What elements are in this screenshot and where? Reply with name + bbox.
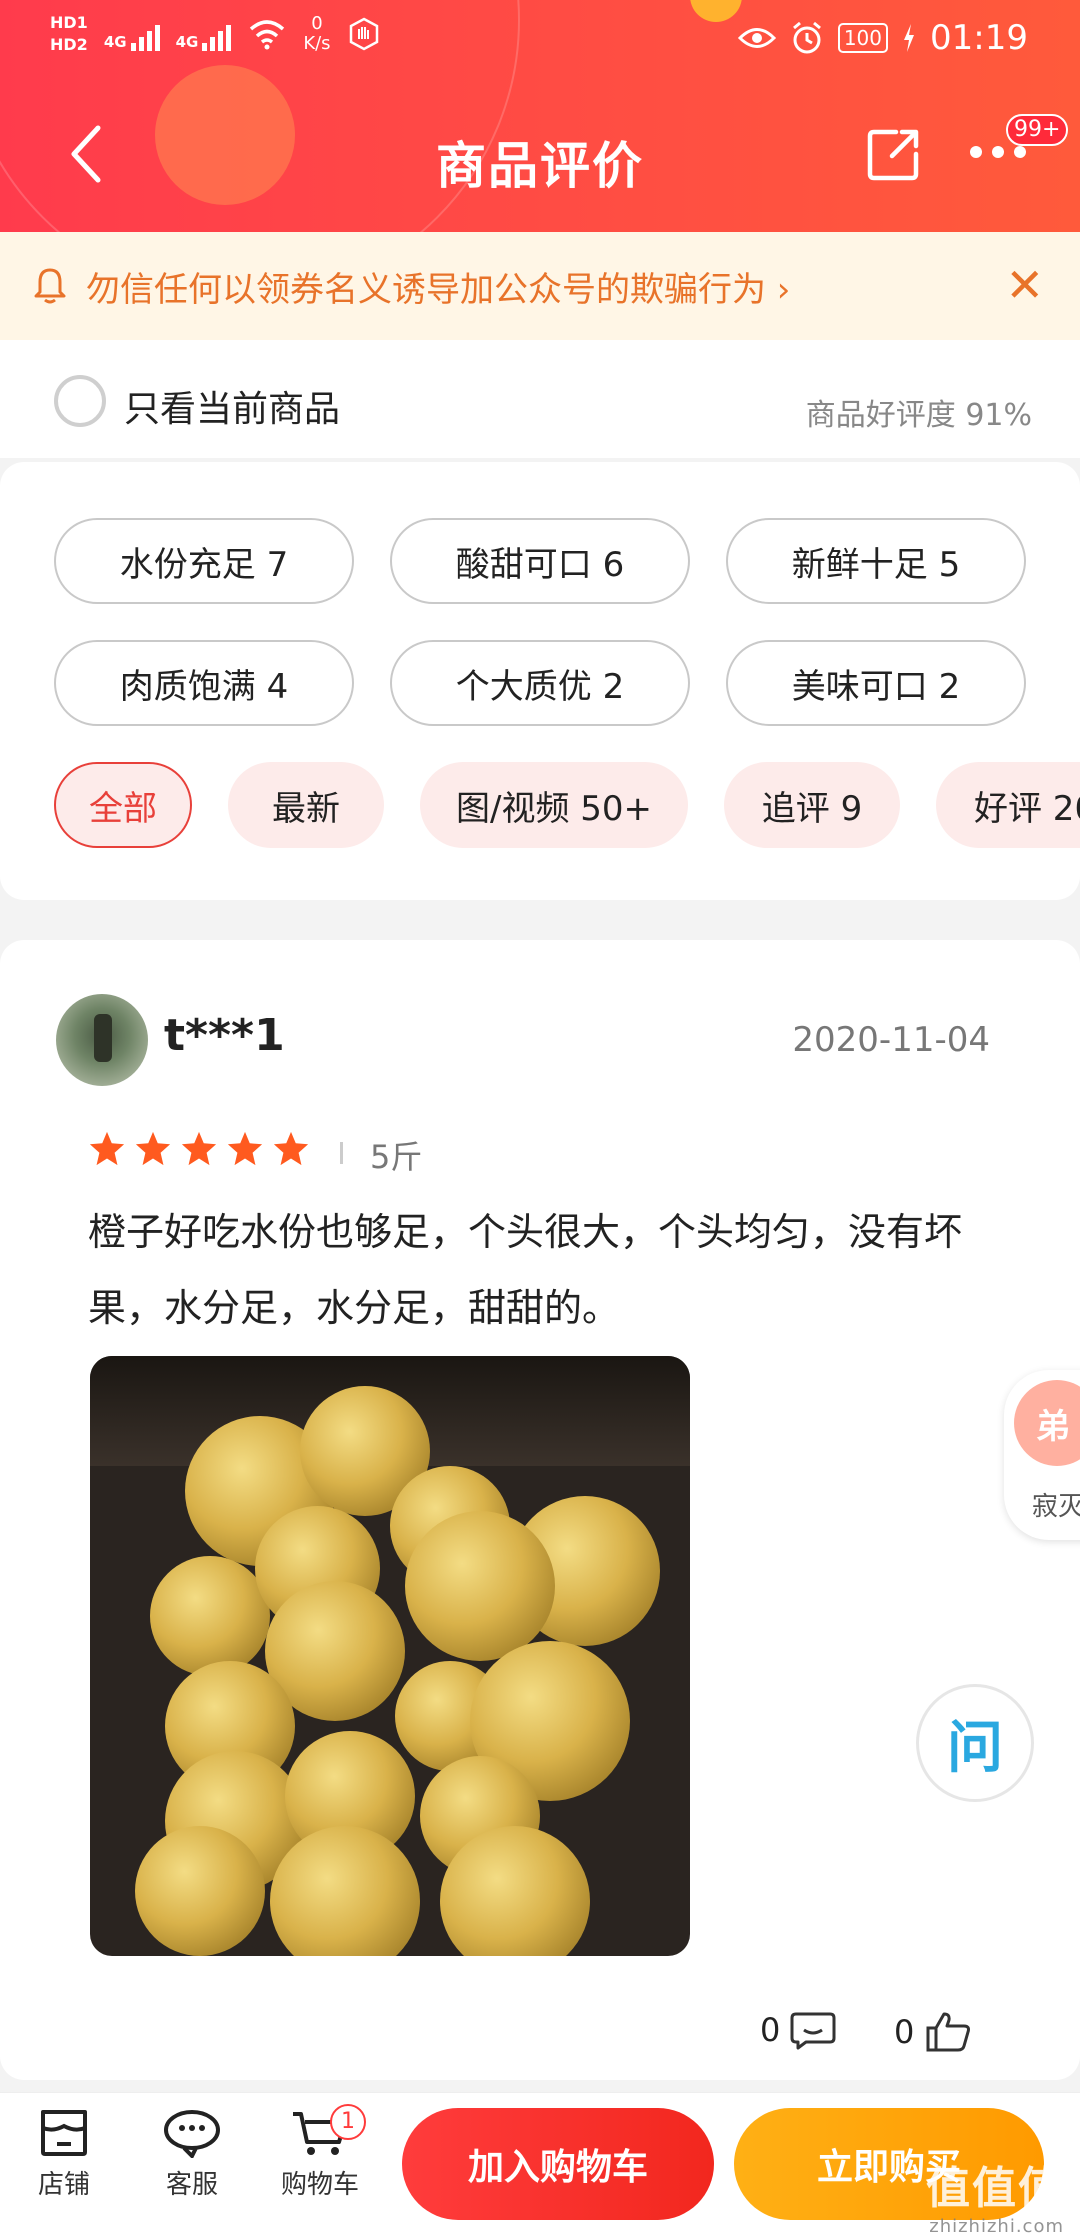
cart-count-badge: 1 xyxy=(330,2104,366,2140)
review-date: 2020-11-04 xyxy=(792,1020,990,1060)
network-type-2: 4G xyxy=(175,33,199,51)
tag-chip[interactable]: 肉质饱满 4 xyxy=(54,640,354,726)
tag-chip[interactable]: 水份充足 7 xyxy=(54,518,354,604)
tag-chip[interactable]: 个大质优 2 xyxy=(390,640,690,726)
wifi-icon xyxy=(250,20,285,50)
fraud-notice-banner[interactable]: 勿信任何以领券名义诱导加公众号的欺骗行为 › ✕ xyxy=(0,232,1080,340)
star-icon xyxy=(135,1131,171,1166)
review-username: t***1 xyxy=(164,1010,285,1061)
network-speed-unit: K/s xyxy=(303,33,331,54)
review-content: 橙子好吃水份也够足，个头很大，个头均匀，没有坏果，水分足，水分足，甜甜的。 xyxy=(88,1210,963,1330)
only-current-radio[interactable] xyxy=(54,375,106,427)
avatar[interactable] xyxy=(56,994,148,1086)
network-speed: 0 K/s xyxy=(303,14,330,54)
star-rating xyxy=(88,1130,310,1168)
signal-bars-icon xyxy=(130,17,160,51)
signal-bars-icon xyxy=(202,17,232,51)
hd-indicator: HD1 HD2 xyxy=(50,14,88,54)
star-icon xyxy=(181,1131,217,1166)
star-icon xyxy=(89,1131,125,1166)
filter-media[interactable]: 图/视频 50+ xyxy=(420,762,688,848)
thumbs-up-icon xyxy=(926,2012,971,2052)
hand-shield-icon xyxy=(349,17,378,51)
customer-service-icon xyxy=(164,2110,220,2158)
floating-tab[interactable]: 弟 寂灭 xyxy=(1004,1370,1080,1540)
comment-count: 0 xyxy=(760,2011,781,2049)
status-right: 100 01:19 xyxy=(737,18,1028,58)
service-label: 客服 xyxy=(165,2170,218,2200)
charging-icon xyxy=(904,24,915,52)
filter-positive[interactable]: 好评 20 xyxy=(936,762,1080,848)
add-to-cart-button[interactable]: 加入购物车 xyxy=(402,2108,714,2220)
status-bar: HD1 HD2 4G 4G 0 K/s 100 01:19 xyxy=(0,0,1080,84)
clock-time: 01:19 xyxy=(930,18,1028,58)
share-icon[interactable] xyxy=(866,126,922,182)
alarm-icon xyxy=(792,21,821,54)
filter-followup[interactable]: 追评 9 xyxy=(724,762,900,848)
review-tags-card: 水份充足 7 酸甜可口 6 新鲜十足 5 肉质饱满 4 个大质优 2 美味可口 … xyxy=(0,462,1080,900)
floating-tab-icon: 弟 xyxy=(1014,1380,1080,1466)
close-icon[interactable]: ✕ xyxy=(1005,262,1044,308)
product-spec: 5斤 xyxy=(370,1138,423,1176)
status-left: HD1 HD2 4G 4G 0 K/s xyxy=(50,14,381,54)
review-photo[interactable] xyxy=(90,1356,690,1956)
site-watermark: 值值值 zhizhizhi.com xyxy=(926,2152,1064,2237)
shop-button[interactable]: 店铺 xyxy=(14,2108,114,2201)
cart-label: 购物车 xyxy=(280,2170,359,2200)
hd2-label: HD2 xyxy=(50,35,88,54)
battery-indicator: 100 xyxy=(837,23,889,53)
signal-1: 4G xyxy=(104,17,160,51)
watermark-logo: 值值值 xyxy=(926,2163,1064,2214)
watermark-site: zhizhizhi.com xyxy=(929,2216,1064,2237)
comment-action[interactable]: 0 xyxy=(760,2010,836,2050)
notice-text: 勿信任何以领券名义诱导加公众号的欺骗行为 › xyxy=(86,269,791,310)
shop-icon xyxy=(41,2110,87,2156)
divider xyxy=(340,1142,343,1164)
tag-chip[interactable]: 新鲜十足 5 xyxy=(726,518,1026,604)
service-button[interactable]: 客服 xyxy=(142,2108,242,2201)
like-count: 0 xyxy=(894,2013,915,2051)
only-current-label[interactable]: 只看当前商品 xyxy=(124,380,340,432)
positive-rating: 商品好评度 91% xyxy=(805,398,1032,433)
comment-icon xyxy=(790,2012,836,2050)
signal-2: 4G xyxy=(176,17,232,51)
network-speed-value: 0 xyxy=(311,13,323,34)
hd1-label: HD1 xyxy=(50,13,88,32)
shop-label: 店铺 xyxy=(37,2170,90,2200)
like-action[interactable]: 0 xyxy=(894,2010,972,2054)
floating-tab-label: 寂灭 xyxy=(1032,1492,1080,1522)
ask-question-button[interactable]: 问 xyxy=(916,1684,1034,1802)
tag-chip[interactable]: 美味可口 2 xyxy=(726,640,1026,726)
network-type-1: 4G xyxy=(103,33,127,51)
bell-icon xyxy=(34,268,66,304)
filter-latest[interactable]: 最新 xyxy=(228,762,384,848)
header: HD1 HD2 4G 4G 0 K/s 100 01:19 商品评价 99+ xyxy=(0,0,1080,232)
message-count-badge: 99+ xyxy=(1006,114,1069,146)
star-icon xyxy=(227,1131,263,1166)
eye-icon xyxy=(737,28,776,48)
ask-label: 问 xyxy=(947,1715,1003,1781)
tag-chip[interactable]: 酸甜可口 6 xyxy=(390,518,690,604)
star-icon xyxy=(273,1131,309,1166)
filter-all[interactable]: 全部 xyxy=(54,762,192,848)
